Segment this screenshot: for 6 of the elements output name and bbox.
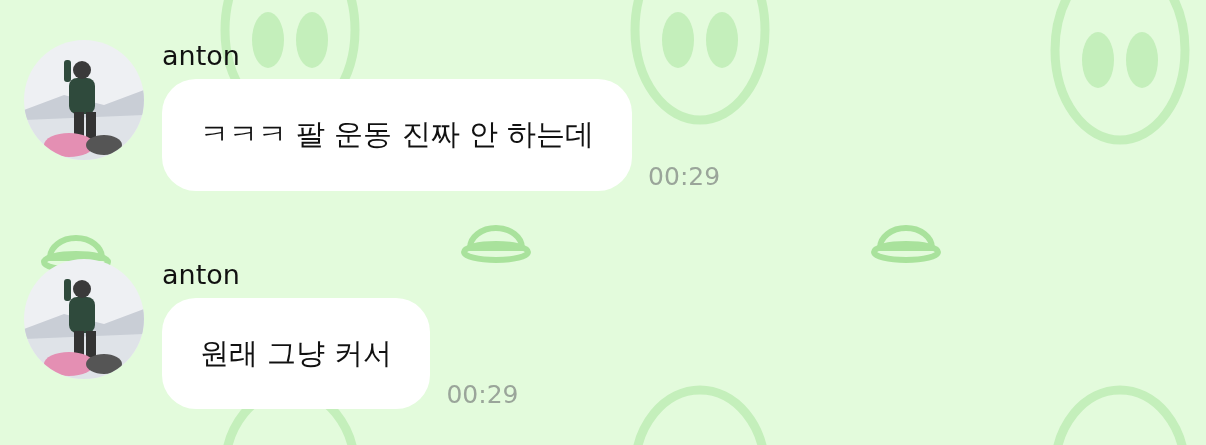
sender-name: anton (162, 260, 241, 288)
message-time: 00:29 (648, 163, 721, 189)
message-bubble: ㅋㅋㅋ 팔 운동 진짜 안 하는데 (162, 79, 633, 191)
sender-name: anton (162, 42, 241, 69)
message-time: 00:29 (446, 382, 519, 407)
message-bubble: 원래 그냥 커서 (162, 297, 431, 409)
